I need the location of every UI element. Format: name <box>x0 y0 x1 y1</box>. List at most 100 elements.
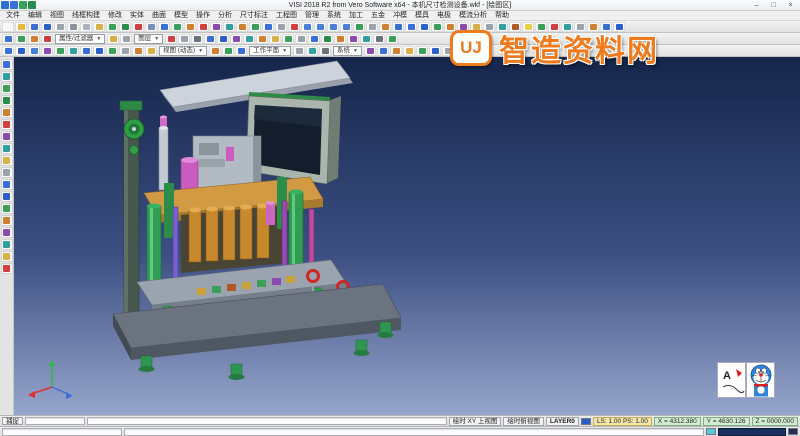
toolbar-icon[interactable] <box>222 46 234 56</box>
toolbar-icon[interactable] <box>496 22 508 32</box>
toolbar-icon[interactable] <box>509 22 521 32</box>
menu-item[interactable]: 工程图 <box>272 11 301 21</box>
toolbar-icon[interactable] <box>106 22 118 32</box>
toolbar-icon[interactable] <box>275 22 287 32</box>
toolbar-icon[interactable] <box>28 46 40 56</box>
toolbar-icon[interactable] <box>295 34 307 44</box>
toolbar-icon[interactable] <box>314 22 326 32</box>
toolbar-icon[interactable] <box>107 34 119 44</box>
palette-tool-icon[interactable] <box>1 251 13 262</box>
active-view-label[interactable]: 绘时 XY 上视图 <box>449 417 502 426</box>
toolbar-icon[interactable] <box>364 46 376 56</box>
toolbar-icon[interactable] <box>197 22 209 32</box>
toolbar-icon[interactable] <box>15 22 27 32</box>
toolbar-icon[interactable] <box>455 46 467 56</box>
toolbar-icon[interactable] <box>41 34 53 44</box>
palette-tool-icon[interactable] <box>1 83 13 94</box>
menu-item[interactable]: 模型 <box>170 11 192 21</box>
toolbar-icon[interactable] <box>373 34 385 44</box>
palette-tool-icon[interactable] <box>1 263 13 274</box>
palette-tool-icon[interactable] <box>1 107 13 118</box>
toolbar-icon[interactable] <box>165 34 177 44</box>
titlebar-icon[interactable] <box>1 1 9 9</box>
toolbar-icon[interactable] <box>2 46 14 56</box>
menu-item[interactable]: 五金 <box>367 11 389 21</box>
toolbar-icon[interactable] <box>379 22 391 32</box>
toolbar-icon[interactable] <box>319 46 331 56</box>
palette-tool-icon[interactable] <box>1 215 13 226</box>
palette-tool-icon[interactable] <box>1 143 13 154</box>
toolbar-icon[interactable] <box>41 46 53 56</box>
toolbar-icon[interactable] <box>80 46 92 56</box>
toolbar-icon[interactable] <box>178 34 190 44</box>
toolbar-icon[interactable] <box>403 46 415 56</box>
toolbar-icon[interactable] <box>308 34 320 44</box>
titlebar-icon[interactable] <box>28 1 36 9</box>
toolbar-icon[interactable] <box>28 34 40 44</box>
toolbar-icon[interactable] <box>171 22 183 32</box>
toolbar-icon[interactable] <box>470 22 482 32</box>
toolbar-icon[interactable] <box>236 22 248 32</box>
palette-tool-icon[interactable] <box>1 227 13 238</box>
toolbar-icon[interactable] <box>204 34 216 44</box>
menu-item[interactable]: 文件 <box>2 11 24 21</box>
palette-tool-icon[interactable] <box>1 71 13 82</box>
toolbar-icon[interactable] <box>120 34 132 44</box>
menu-item[interactable]: 线框构建 <box>68 11 104 21</box>
maximize-button[interactable]: □ <box>765 0 782 10</box>
view-combo[interactable]: 视图 (动态)▼ <box>159 46 207 56</box>
filter-combo[interactable]: 属性/过滤器▼ <box>55 34 105 44</box>
toolbar-icon[interactable] <box>416 46 428 56</box>
command-field[interactable] <box>25 417 85 425</box>
menu-item[interactable]: 帮助 <box>491 11 513 21</box>
menu-item[interactable]: 模具 <box>411 11 433 21</box>
palette-tool-icon[interactable] <box>1 167 13 178</box>
workplane-combo[interactable]: 工作平面▼ <box>249 46 291 56</box>
toolbar-icon[interactable] <box>377 46 389 56</box>
toolbar-icon[interactable] <box>28 22 40 32</box>
toolbar-icon[interactable] <box>360 34 372 44</box>
toolbar-icon[interactable] <box>600 22 612 32</box>
toolbar-icon[interactable] <box>249 22 261 32</box>
menu-item[interactable]: 曲面 <box>148 11 170 21</box>
palette-tool-icon[interactable] <box>1 179 13 190</box>
toolbar-icon[interactable] <box>209 46 221 56</box>
titlebar-icon[interactable] <box>10 1 18 9</box>
toolbar-icon[interactable] <box>327 22 339 32</box>
toolbar-icon[interactable] <box>235 46 247 56</box>
palette-tool-icon[interactable] <box>1 131 13 142</box>
menu-item[interactable]: 分析 <box>214 11 236 21</box>
toolbar-icon[interactable] <box>119 22 131 32</box>
menu-item[interactable]: 加工 <box>345 11 367 21</box>
toolbar-icon[interactable] <box>217 34 229 44</box>
toolbar-icon[interactable] <box>522 22 534 32</box>
toolbar-icon[interactable] <box>145 22 157 32</box>
toolbar-icon[interactable] <box>457 22 469 32</box>
toolbar-icon[interactable] <box>67 46 79 56</box>
toolbar-icon[interactable] <box>293 46 305 56</box>
toolbar-icon[interactable] <box>132 22 144 32</box>
toolbar-icon[interactable] <box>334 34 346 44</box>
toolbar-icon[interactable] <box>282 34 294 44</box>
toolbar-icon[interactable] <box>431 22 443 32</box>
layer-combo[interactable]: 图层▼ <box>134 34 163 44</box>
active-color-chip[interactable] <box>581 418 591 425</box>
menu-item[interactable]: 视图 <box>46 11 68 21</box>
palette-tool-icon[interactable] <box>1 95 13 106</box>
scale-indicator[interactable]: LS: 1.00 PS: 1.00 <box>593 417 652 426</box>
system-combo[interactable]: 系统▼ <box>333 46 362 56</box>
toolbar-icon[interactable] <box>132 46 144 56</box>
toolbar-icon[interactable] <box>67 22 79 32</box>
snap-toggle[interactable]: 捕捉 <box>2 417 23 425</box>
toolbar-icon[interactable] <box>301 22 313 32</box>
toolbar-icon[interactable] <box>444 22 456 32</box>
toolbar-icon[interactable] <box>548 22 560 32</box>
menu-item[interactable]: 尺寸标注 <box>236 11 272 21</box>
toolbar-icon[interactable] <box>535 22 547 32</box>
toolbar-icon[interactable] <box>230 34 242 44</box>
toolbar-icon[interactable] <box>80 22 92 32</box>
toolbar-icon[interactable] <box>366 22 378 32</box>
toolbar-icon[interactable] <box>288 22 300 32</box>
toolbar-icon[interactable] <box>54 22 66 32</box>
toolbar-icon[interactable] <box>191 34 203 44</box>
